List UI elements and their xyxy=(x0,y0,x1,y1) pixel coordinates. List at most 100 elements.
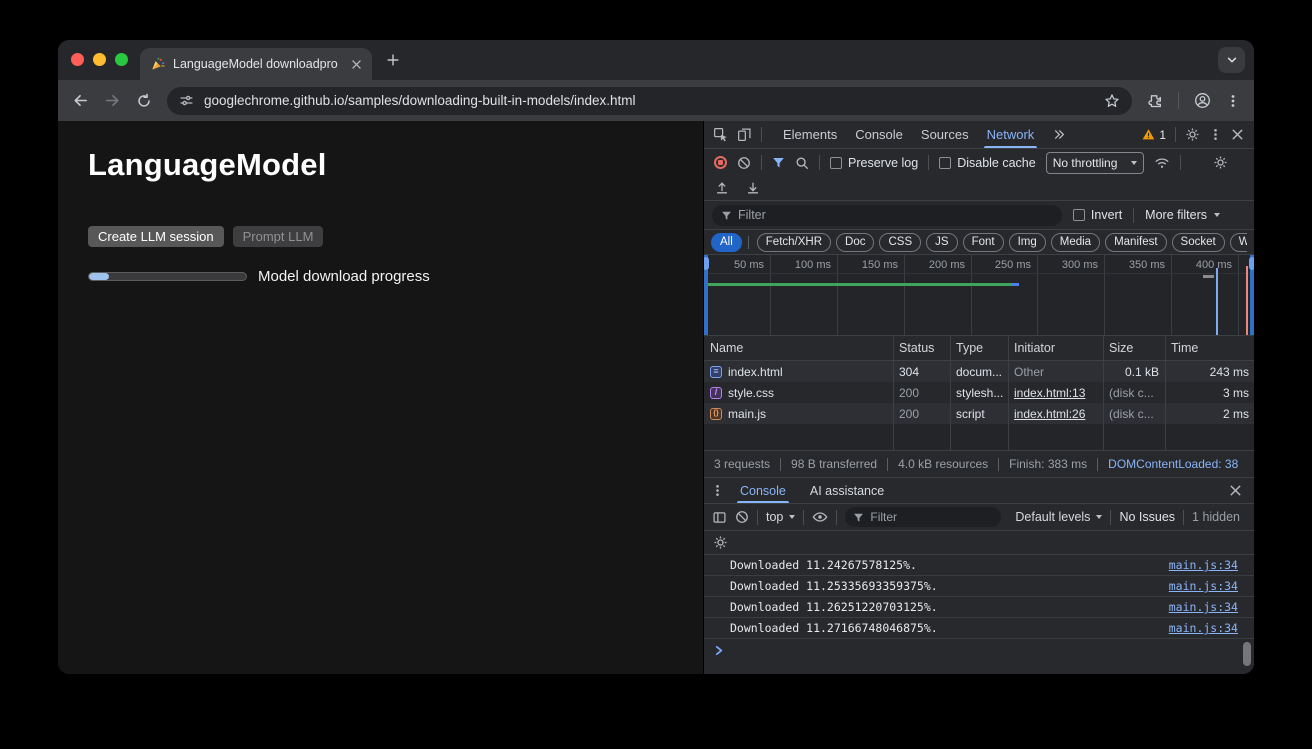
request-type-chip[interactable]: Doc xyxy=(836,233,874,252)
column-header[interactable]: Time xyxy=(1165,336,1254,360)
import-har-icon[interactable] xyxy=(746,181,760,195)
prompt-llm-button[interactable]: Prompt LLM xyxy=(233,226,324,247)
request-initiator[interactable]: index.html:26 xyxy=(1014,407,1085,421)
request-initiator[interactable]: Other xyxy=(1014,365,1044,379)
request-type-chip[interactable]: Img xyxy=(1009,233,1046,252)
request-type-chip[interactable]: Wasm xyxy=(1230,233,1247,252)
console-sidebar-icon[interactable] xyxy=(712,510,727,525)
console-filter-field[interactable] xyxy=(845,507,1001,527)
record-network-log-button[interactable] xyxy=(714,156,727,169)
column-divider[interactable] xyxy=(893,336,894,450)
overview-left-handle[interactable] xyxy=(704,255,708,335)
overview-right-handle[interactable] xyxy=(1250,255,1254,335)
request-type-chip[interactable]: Media xyxy=(1051,233,1100,252)
zoom-window-button[interactable] xyxy=(115,53,128,66)
request-type-chip[interactable]: Fetch/XHR xyxy=(757,233,831,252)
disable-cache-checkbox[interactable] xyxy=(939,157,951,169)
tab-close-icon[interactable] xyxy=(351,59,362,70)
issues-link[interactable]: No Issues xyxy=(1119,510,1175,524)
log-levels-select[interactable]: Default levels xyxy=(1015,510,1102,524)
devtools-tab[interactable]: Network xyxy=(978,121,1044,148)
disable-cache-label[interactable]: Disable cache xyxy=(957,156,1036,170)
devtools-tab[interactable]: Console xyxy=(846,121,912,148)
minimize-window-button[interactable] xyxy=(93,53,106,66)
preserve-log-checkbox[interactable] xyxy=(830,157,842,169)
search-network-icon[interactable] xyxy=(795,156,809,170)
drawer-menu-icon[interactable] xyxy=(711,484,724,497)
clear-console-icon[interactable] xyxy=(735,510,749,524)
export-har-icon[interactable] xyxy=(715,181,729,195)
devtools-tab[interactable]: Sources xyxy=(912,121,978,148)
column-divider[interactable] xyxy=(950,336,951,450)
issues-badge[interactable]: 1 xyxy=(1142,128,1166,142)
network-settings-gear-icon[interactable] xyxy=(1213,155,1228,170)
request-name-cell[interactable]: index.html xyxy=(704,361,893,382)
bookmark-star-icon[interactable] xyxy=(1104,93,1120,109)
url-text[interactable]: googlechrome.github.io/samples/downloadi… xyxy=(204,93,1094,108)
drawer-tab[interactable]: Console xyxy=(730,478,796,503)
browser-tab[interactable]: LanguageModel downloadpro xyxy=(140,48,372,80)
more-tabs-icon[interactable] xyxy=(1052,128,1065,141)
new-tab-button[interactable] xyxy=(385,52,401,68)
column-divider[interactable] xyxy=(1008,336,1009,450)
create-llm-session-button[interactable]: Create LLM session xyxy=(88,226,224,247)
console-filter-input[interactable] xyxy=(870,510,993,524)
live-expression-eye-icon[interactable] xyxy=(812,509,828,525)
request-type-chip[interactable]: Font xyxy=(963,233,1004,252)
network-filter-input[interactable] xyxy=(738,208,1053,222)
request-type-chip[interactable]: JS xyxy=(926,233,957,252)
inspect-element-icon[interactable] xyxy=(713,127,728,142)
site-settings-icon[interactable] xyxy=(179,93,194,108)
devtools-settings-gear-icon[interactable] xyxy=(1185,127,1200,142)
more-filters-button[interactable]: More filters xyxy=(1145,208,1220,222)
request-type-chip[interactable]: All xyxy=(711,233,742,252)
console-settings-gear-icon[interactable] xyxy=(713,535,728,550)
preserve-log-label[interactable]: Preserve log xyxy=(848,156,918,170)
drawer-close-icon[interactable] xyxy=(1229,484,1242,497)
console-message-row[interactable]: Downloaded 11.25335693359375%. main.js:3… xyxy=(704,576,1254,597)
request-type-chip[interactable]: Socket xyxy=(1172,233,1225,252)
network-request-row[interactable]: index.html 304 docum... Other 0.1 kB 243… xyxy=(704,361,1254,382)
request-name-cell[interactable]: main.js xyxy=(704,403,893,424)
execution-context-selector[interactable]: top xyxy=(766,510,795,524)
profile-avatar-icon[interactable] xyxy=(1194,92,1211,109)
filter-toggle-icon[interactable] xyxy=(772,156,785,169)
reload-button[interactable] xyxy=(136,93,152,109)
network-conditions-icon[interactable] xyxy=(1154,155,1170,171)
request-type-chip[interactable]: Manifest xyxy=(1105,233,1166,252)
invert-checkbox[interactable] xyxy=(1073,209,1085,221)
column-header[interactable]: Size xyxy=(1103,336,1165,360)
console-message-row[interactable]: Downloaded 11.27166748046875%. main.js:3… xyxy=(704,618,1254,639)
request-initiator[interactable]: index.html:13 xyxy=(1014,386,1085,400)
browser-menu-icon[interactable] xyxy=(1226,94,1240,108)
network-request-row[interactable]: style.css 200 stylesh... index.html:13 (… xyxy=(704,382,1254,403)
devtools-tab[interactable]: Elements xyxy=(774,121,846,148)
device-toolbar-icon[interactable] xyxy=(737,127,752,142)
drawer-tab[interactable]: AI assistance xyxy=(800,478,894,503)
forward-button[interactable] xyxy=(104,92,121,109)
address-bar[interactable]: googlechrome.github.io/samples/downloadi… xyxy=(167,87,1132,115)
request-name-cell[interactable]: style.css xyxy=(704,382,893,403)
invert-label[interactable]: Invert xyxy=(1091,208,1122,222)
devtools-close-icon[interactable] xyxy=(1231,128,1244,141)
close-window-button[interactable] xyxy=(71,53,84,66)
console-source-link[interactable]: main.js:34 xyxy=(1169,579,1238,593)
console-scrollbar-thumb[interactable] xyxy=(1243,642,1251,666)
tab-search-button[interactable] xyxy=(1218,47,1245,73)
network-request-row[interactable]: main.js 200 script index.html:26 (disk c… xyxy=(704,403,1254,424)
console-source-link[interactable]: main.js:34 xyxy=(1169,600,1238,614)
devtools-menu-icon[interactable] xyxy=(1209,128,1222,141)
column-divider[interactable] xyxy=(1165,336,1166,450)
clear-network-log-icon[interactable] xyxy=(737,156,751,170)
network-filter-field[interactable] xyxy=(712,205,1062,226)
column-header[interactable]: Name xyxy=(704,336,893,360)
column-header[interactable]: Initiator xyxy=(1008,336,1103,360)
extensions-icon[interactable] xyxy=(1147,93,1163,109)
console-source-link[interactable]: main.js:34 xyxy=(1169,558,1238,572)
column-divider[interactable] xyxy=(1103,336,1104,450)
console-message-row[interactable]: Downloaded 11.24267578125%. main.js:34 xyxy=(704,555,1254,576)
console-source-link[interactable]: main.js:34 xyxy=(1169,621,1238,635)
request-type-chip[interactable]: CSS xyxy=(879,233,921,252)
column-header[interactable]: Type xyxy=(950,336,1008,360)
network-overview-timeline[interactable]: 50 ms100 ms150 ms200 ms250 ms300 ms350 m… xyxy=(704,255,1254,336)
